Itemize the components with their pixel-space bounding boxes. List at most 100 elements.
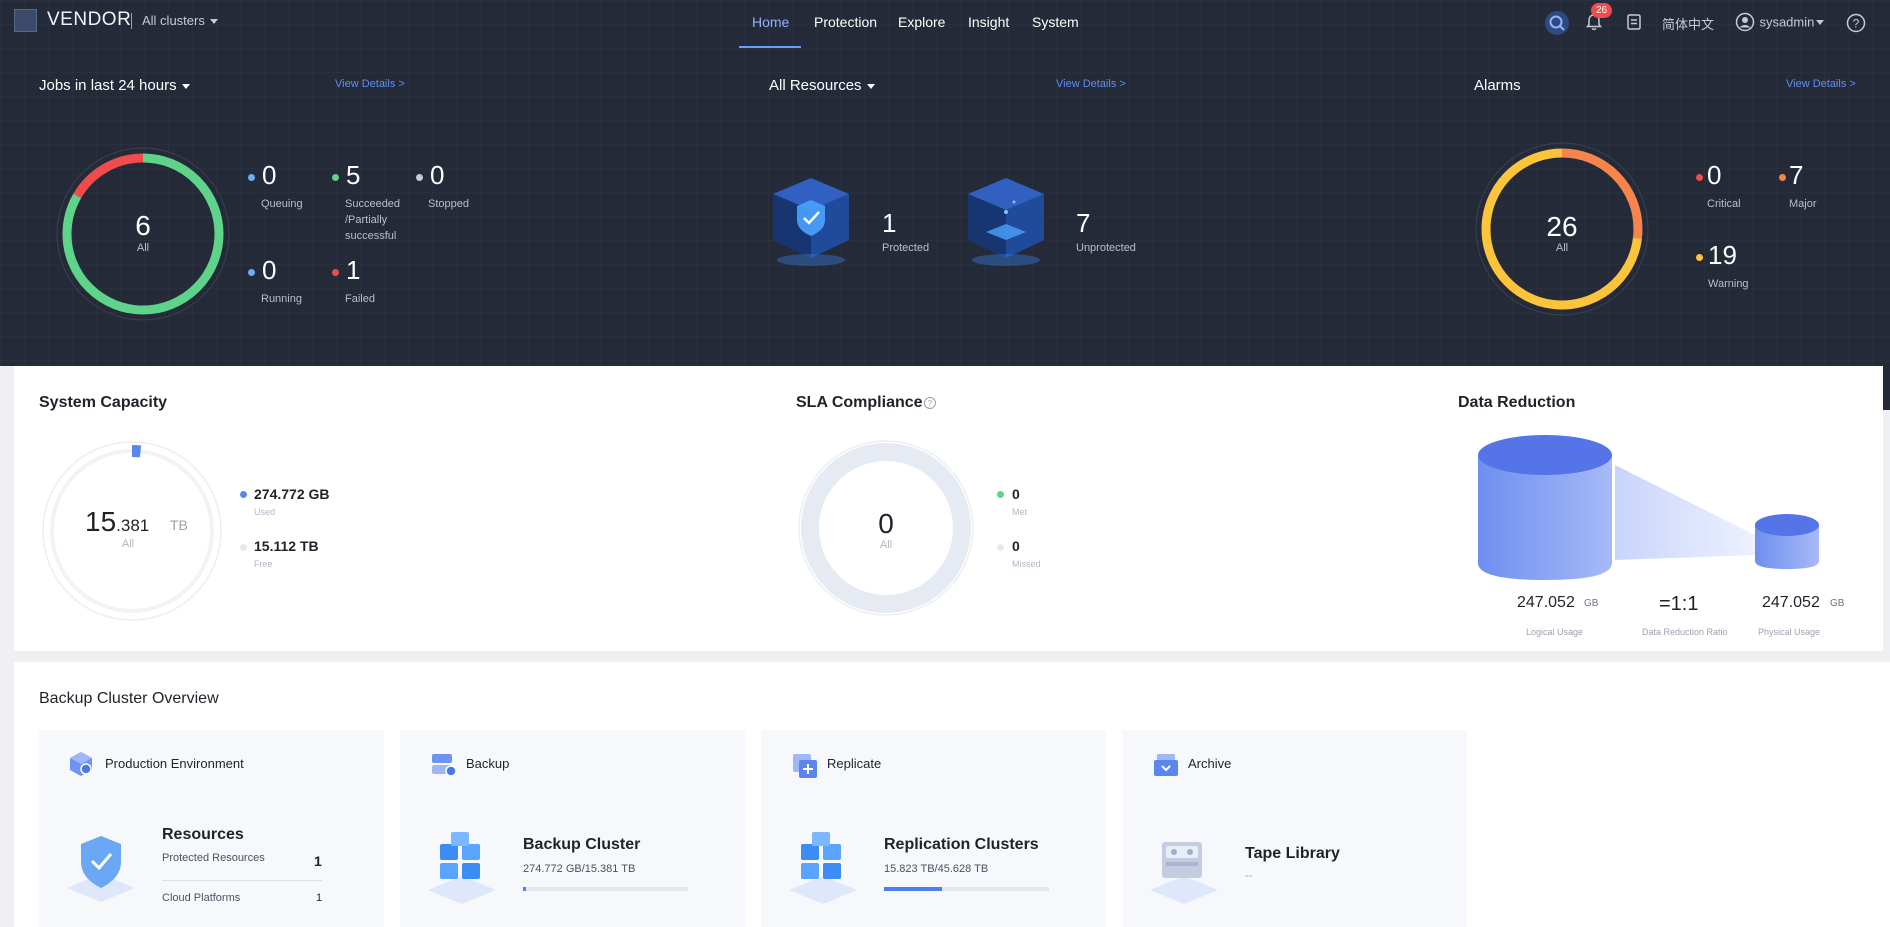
jobs-title-dropdown[interactable]: Jobs in last 24 hours xyxy=(39,77,190,94)
resources-shield-icon xyxy=(67,836,135,902)
protected-resources-label: Protected Resources xyxy=(162,852,265,864)
resources-title: All Resources xyxy=(769,77,862,94)
critical-label: Critical xyxy=(1707,198,1741,210)
alarms-title: Alarms xyxy=(1474,77,1521,94)
production-environment-tile[interactable]: Production Environment Resources Protect… xyxy=(39,730,384,927)
resources-view-details-link[interactable]: View Details > xyxy=(1056,78,1126,90)
backup-cluster-usage: 274.772 GB/15.381 TB xyxy=(523,863,636,875)
nav-active-indicator xyxy=(739,46,801,48)
warning-label: Warning xyxy=(1708,278,1749,290)
sla-total-value: 0 xyxy=(878,508,894,539)
alarms-total-value: 26 xyxy=(1546,211,1578,242)
replicate-icon xyxy=(793,754,817,778)
backup-cluster-title: Backup Cluster xyxy=(523,836,641,853)
used-dot xyxy=(240,491,247,498)
replication-clusters-title: Replication Clusters xyxy=(884,836,1039,853)
nav-insight[interactable]: Insight xyxy=(968,14,1009,30)
cluster-selector[interactable]: All clusters xyxy=(142,13,218,28)
reduction-ratio-label: Data Reduction Ratio xyxy=(1642,627,1728,637)
nav-protection[interactable]: Protection xyxy=(814,14,877,30)
stopped-dot xyxy=(416,174,423,181)
met-dot xyxy=(997,491,1004,498)
user-menu[interactable]: sysadmin xyxy=(1735,12,1825,32)
jobs-view-details-link[interactable]: View Details > xyxy=(335,78,405,90)
free-value: 15.112 TB xyxy=(254,538,319,554)
alarms-view-details-link[interactable]: View Details > xyxy=(1786,78,1856,90)
help-button[interactable]: ? xyxy=(1846,13,1866,38)
protected-resources-value: 1 xyxy=(314,853,322,869)
username: sysadmin xyxy=(1759,14,1815,30)
search-button[interactable] xyxy=(1545,11,1569,35)
met-value: 0 xyxy=(1012,486,1020,502)
failed-dot xyxy=(332,269,339,276)
overview-title: Backup Cluster Overview xyxy=(39,690,219,707)
nav-explore[interactable]: Explore xyxy=(898,14,945,30)
major-dot xyxy=(1779,174,1786,181)
alarms-total-label: All xyxy=(1555,242,1569,254)
critical-dot xyxy=(1696,174,1703,181)
data-reduction-title: Data Reduction xyxy=(1458,394,1576,411)
unprotected-label: Unprotected xyxy=(1076,242,1136,254)
stopped-value: 0 xyxy=(430,160,445,190)
capacity-total-int: 15 xyxy=(85,506,117,537)
nav-home[interactable]: Home xyxy=(752,14,789,30)
capacity-total: 15.381 xyxy=(85,506,149,538)
capacity-total-unit: TB xyxy=(170,517,188,533)
search-icon xyxy=(1549,15,1565,31)
tape-library-status: -- xyxy=(1245,870,1253,882)
info-icon[interactable]: ? xyxy=(923,396,937,410)
critical-value: 0 xyxy=(1707,160,1722,190)
met-label: Met xyxy=(1012,507,1028,517)
failed-value: 1 xyxy=(346,255,361,285)
production-environment-icon xyxy=(70,752,92,776)
backup-heading: Backup xyxy=(466,756,510,771)
archive-tile[interactable]: Archive Tape Library -- xyxy=(1122,730,1467,927)
cloud-platforms-label: Cloud Platforms xyxy=(162,892,241,904)
missed-label: Missed xyxy=(1012,559,1041,569)
replication-usage-bar-fill xyxy=(884,887,942,891)
warning-value: 19 xyxy=(1708,240,1737,270)
replicate-tile[interactable]: Replicate Replication Clusters 15.823 TB… xyxy=(761,730,1106,927)
major-value: 7 xyxy=(1789,160,1804,190)
succeeded-label: Succeeded xyxy=(345,198,401,210)
notification-count-badge: 26 xyxy=(1591,3,1612,18)
jobs-title: Jobs in last 24 hours xyxy=(39,77,177,94)
capacity-total-decimal: .381 xyxy=(116,516,150,535)
chevron-down-icon xyxy=(1816,19,1825,25)
failed-label: Failed xyxy=(345,293,375,305)
free-dot xyxy=(240,544,247,551)
free-label: Free xyxy=(254,559,273,569)
physical-usage-value: 247.052 xyxy=(1762,594,1820,611)
stopped-label: Stopped xyxy=(428,198,469,210)
backup-usage-bar xyxy=(523,887,688,891)
logo-icon xyxy=(14,9,37,32)
document-list-icon xyxy=(1627,14,1641,30)
jobs-total-value: 6 xyxy=(135,210,151,241)
resources-title-dropdown[interactable]: All Resources xyxy=(769,77,875,94)
queuing-label: Queuing xyxy=(261,198,303,210)
divider xyxy=(162,880,322,881)
chevron-down-icon xyxy=(209,19,218,25)
protected-value: 1 xyxy=(882,208,897,238)
tape-library-icon xyxy=(1150,842,1218,904)
running-value: 0 xyxy=(262,255,277,285)
nav-system[interactable]: System xyxy=(1032,14,1079,30)
data-reduction-graphic xyxy=(1478,435,1819,580)
resources-title: Resources xyxy=(162,826,244,843)
header-divider xyxy=(131,13,132,29)
language-switch[interactable]: 简体中文 xyxy=(1662,14,1714,33)
unprotected-value: 7 xyxy=(1076,208,1091,238)
used-value: 274.772 GB xyxy=(254,486,330,502)
replicate-heading: Replicate xyxy=(827,756,882,771)
queuing-dot xyxy=(248,174,255,181)
archive-heading: Archive xyxy=(1188,756,1232,771)
user-avatar-icon xyxy=(1735,12,1755,32)
tape-library-title: Tape Library xyxy=(1245,845,1340,862)
physical-usage-unit: GB xyxy=(1830,598,1845,609)
used-label: Used xyxy=(254,507,276,517)
backup-tile[interactable]: Backup Backup Cluster 274.772 GB/15.381 … xyxy=(400,730,745,927)
tasks-button[interactable] xyxy=(1626,13,1642,36)
sla-compliance-title: SLA Compliance xyxy=(796,394,923,411)
capacity-total-label: All xyxy=(121,538,135,550)
svg-text:?: ? xyxy=(1853,17,1860,31)
